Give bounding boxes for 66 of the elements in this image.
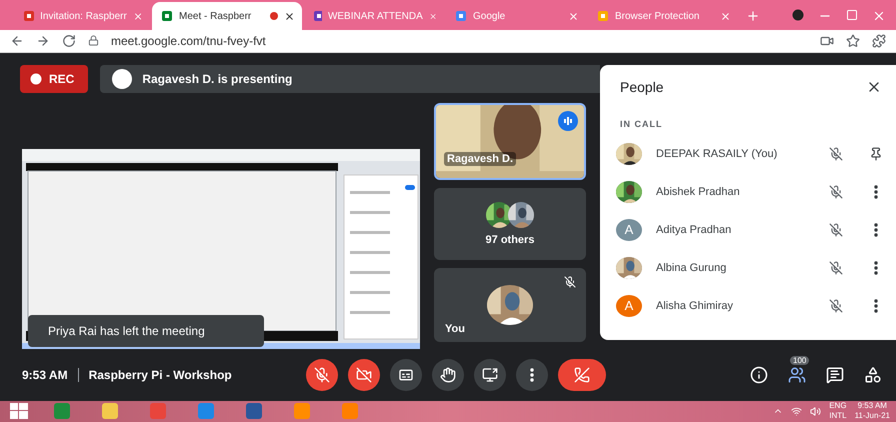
camera-button[interactable] — [348, 358, 380, 391]
presenter-avatar-icon — [112, 68, 132, 89]
language-label: ENG — [829, 401, 847, 412]
participant-name[interactable]: Alisha Ghimiray — [642, 300, 816, 312]
participant-name[interactable]: Albina Gurung — [642, 262, 816, 274]
chat-icon[interactable] — [826, 366, 844, 384]
more-icon[interactable] — [874, 222, 878, 237]
extensions-icon[interactable] — [872, 34, 886, 48]
new-tab-icon[interactable] — [746, 9, 760, 24]
maximize-icon[interactable] — [846, 9, 858, 22]
notification-toast: Priya Rai has left the meeting — [28, 314, 264, 347]
reload-icon[interactable] — [62, 34, 76, 48]
tab-icon — [161, 10, 173, 22]
browser-tab[interactable]: Meet - Raspberr — [152, 2, 302, 30]
forward-icon[interactable] — [36, 34, 50, 48]
present-button[interactable] — [474, 358, 506, 391]
tab-icon — [313, 10, 322, 22]
lock-icon — [88, 35, 99, 46]
raise-hand-button[interactable] — [432, 358, 464, 391]
participant-name: Ragavesh D. — [444, 152, 516, 166]
keyboard-layout-label: INTL — [829, 411, 847, 422]
bookmark-icon[interactable] — [846, 34, 860, 48]
hang-up-button[interactable] — [558, 358, 606, 391]
meeting-time: 9:53 AM — [22, 368, 68, 382]
participant-name: You — [444, 322, 466, 336]
hand-icon — [440, 366, 456, 383]
people-count-badge: 100 — [790, 356, 810, 365]
info-icon[interactable] — [750, 366, 768, 384]
panel-title: People — [620, 78, 664, 95]
mic-button[interactable] — [306, 358, 338, 391]
present-screen-icon — [482, 366, 498, 383]
mic-off-icon — [314, 366, 330, 383]
more-icon[interactable] — [874, 260, 878, 275]
people-icon[interactable] — [788, 366, 806, 384]
tab-icon — [455, 10, 467, 22]
participant-name[interactable]: Aditya Pradhan — [642, 224, 816, 236]
clock-time: 9:53 AM — [858, 401, 887, 412]
volume-icon[interactable] — [810, 406, 822, 417]
tab-icon — [23, 10, 34, 22]
more-icon[interactable] — [874, 184, 878, 199]
captions-icon — [398, 366, 414, 383]
close-icon[interactable] — [284, 10, 295, 22]
participant-count: 97 others — [486, 234, 534, 246]
hang-up-icon — [574, 366, 590, 383]
more-icon[interactable] — [874, 298, 878, 313]
avatar: A — [616, 218, 642, 241]
presenting-text: Ragavesh D. is presenting — [142, 72, 292, 86]
more-icon — [530, 368, 534, 382]
meeting-title: Raspberry Pi - Workshop — [88, 368, 232, 382]
avatar: A — [616, 294, 642, 317]
record-button[interactable]: REC — [20, 64, 88, 93]
pin-icon[interactable] — [869, 146, 883, 161]
profile-icon[interactable] — [792, 9, 804, 22]
activities-icon[interactable] — [864, 366, 882, 384]
camera-off-icon — [356, 366, 372, 383]
participant-name[interactable]: DEEPAK RASAILY (You) — [642, 148, 816, 160]
captions-button[interactable] — [390, 358, 422, 391]
network-icon[interactable] — [791, 406, 802, 417]
more-options-button[interactable] — [516, 358, 548, 391]
back-icon[interactable] — [10, 34, 24, 48]
windows-start-icon[interactable] — [10, 403, 28, 420]
tab-icon — [597, 10, 609, 22]
record-icon — [30, 72, 42, 85]
participant-name[interactable]: Abishek Pradhan — [642, 186, 816, 198]
clock-date: 11-Jun-21 — [854, 411, 890, 422]
section-heading: IN CALL — [619, 118, 664, 131]
